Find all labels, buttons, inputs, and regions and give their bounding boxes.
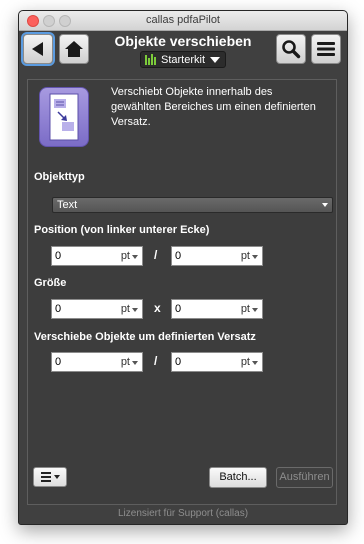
object-type-label: Objekttyp [34, 171, 85, 183]
license-footer: Lizensiert für Support (callas) [117, 508, 249, 519]
options-menu-button[interactable] [33, 467, 67, 487]
offset-separator: / [154, 354, 158, 368]
chevron-down-icon [322, 203, 328, 207]
offset-y-value: 0 [175, 356, 182, 368]
position-y-value: 0 [175, 250, 182, 262]
chevron-down-icon [132, 361, 138, 365]
profile-label: Starterkit [161, 53, 206, 66]
hamburger-icon [40, 472, 51, 482]
unit-select[interactable]: pt [121, 303, 130, 315]
search-icon [282, 40, 301, 59]
unit-select[interactable]: pt [121, 356, 130, 368]
position-label: Position (von linker unterer Ecke) [34, 224, 210, 236]
home-button[interactable] [59, 34, 89, 64]
size-label: Größe [34, 277, 67, 289]
unit-select[interactable]: pt [121, 250, 130, 262]
page-title: Objekte verschieben [114, 33, 252, 49]
window-title: callas pdfaPilot [146, 14, 220, 26]
bar-chart-icon [145, 54, 157, 65]
unit-select[interactable]: pt [241, 356, 250, 368]
offset-x-field[interactable]: 0 pt [51, 352, 143, 372]
size-separator: x [154, 301, 161, 315]
object-type-select[interactable]: Text [52, 197, 333, 213]
chevron-down-icon [252, 255, 258, 259]
offset-y-field[interactable]: 0 pt [171, 352, 263, 372]
menu-icon [317, 42, 335, 56]
chevron-down-icon [53, 475, 60, 479]
position-separator: / [154, 248, 158, 262]
size-height-field[interactable]: 0 pt [171, 299, 263, 319]
batch-button[interactable]: Batch... [209, 467, 267, 488]
app-window: callas pdfaPilot Objekte verschieben Sta… [18, 10, 348, 525]
object-type-value: Text [57, 199, 78, 211]
tool-description: Verschiebt Objekte innerhalb des gewählt… [111, 86, 316, 128]
profile-dropdown[interactable]: Starterkit [140, 51, 226, 68]
back-button[interactable] [23, 34, 53, 64]
menu-button[interactable] [311, 34, 341, 64]
chevron-down-icon [252, 361, 258, 365]
offset-x-value: 0 [55, 356, 62, 368]
offset-label: Verschiebe Objekte um definierten Versat… [34, 331, 256, 343]
position-y-field[interactable]: 0 pt [171, 246, 263, 266]
position-x-field[interactable]: 0 pt [51, 246, 143, 266]
chevron-down-icon [210, 56, 221, 63]
move-objects-icon [39, 87, 89, 147]
chevron-down-icon [132, 308, 138, 312]
chevron-down-icon [252, 308, 258, 312]
size-width-value: 0 [55, 303, 62, 315]
search-button[interactable] [276, 34, 306, 64]
size-width-field[interactable]: 0 pt [51, 299, 143, 319]
home-icon [65, 41, 83, 57]
back-icon [32, 42, 43, 56]
unit-select[interactable]: pt [241, 250, 250, 262]
run-button[interactable]: Ausführen [276, 467, 333, 488]
unit-select[interactable]: pt [241, 303, 250, 315]
chevron-down-icon [132, 255, 138, 259]
position-x-value: 0 [55, 250, 62, 262]
size-height-value: 0 [175, 303, 182, 315]
title-bar: callas pdfaPilot [19, 11, 347, 31]
